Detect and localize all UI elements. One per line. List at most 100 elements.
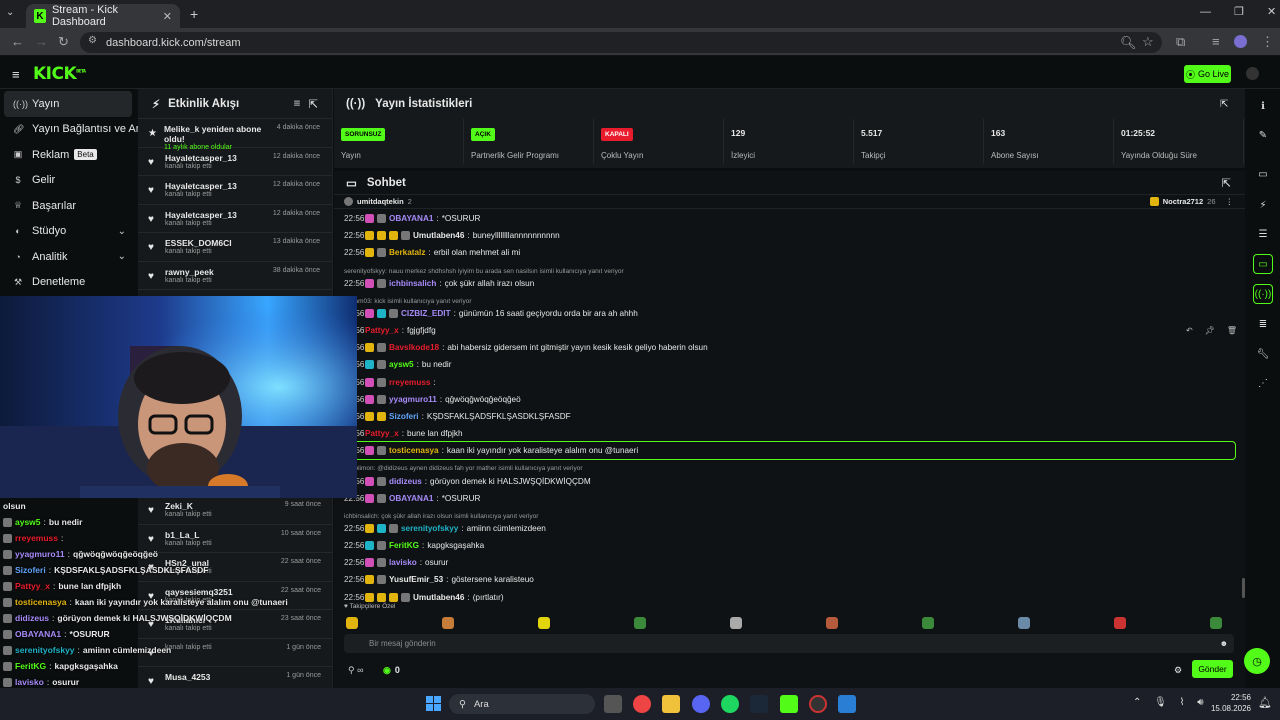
floating-chat-button[interactable]: ◷ xyxy=(1244,648,1270,674)
chat-username[interactable]: Berkatalz xyxy=(389,248,425,257)
filter-icon[interactable]: ≡ xyxy=(294,98,301,110)
sidebar-item-denetleme[interactable]: ⚒ Denetleme xyxy=(0,270,138,296)
chat-username[interactable]: ichbinsalich xyxy=(389,279,436,288)
sidebar-item-stream-key[interactable]: 🔗︎ Yayın Bağlantısı ve Anahtar xyxy=(0,117,138,143)
hamburger-menu-icon[interactable]: ≡ xyxy=(12,67,20,82)
chat-message[interactable]: 22:56Pattyy_x:fgjgfjdfg xyxy=(334,322,1245,339)
delete-icon[interactable]: 🗑︎ xyxy=(1227,326,1237,342)
file-explorer-icon[interactable] xyxy=(662,695,680,713)
notifications-icon[interactable]: 🔔︎ xyxy=(1258,696,1272,709)
popout-icon[interactable]: ⇱ xyxy=(308,97,318,111)
send-button[interactable]: Gönder xyxy=(1192,660,1233,678)
spotify-icon[interactable] xyxy=(721,695,739,713)
windows-start-icon[interactable] xyxy=(426,696,441,711)
chat-message[interactable]: 22:56 Berkatalz: erbil olan mehmet ali mi xyxy=(334,244,1245,261)
quick-actions-icon[interactable]: ⚡︎ xyxy=(1253,195,1273,215)
steam-icon[interactable] xyxy=(750,695,768,713)
tab-close-icon[interactable]: ✕ xyxy=(163,10,172,23)
media-icon[interactable]: ≡ xyxy=(1212,34,1220,49)
activity-item[interactable]: ★ Melike_k yeniden abone oldu! 11 aylık ab… xyxy=(138,119,332,151)
chat-panel-icon[interactable]: ▭ xyxy=(1253,254,1273,274)
sidebar-item-basarilar[interactable]: ♕ Başarılar xyxy=(0,193,138,219)
bookmark-star-icon[interactable]: ☆ xyxy=(1142,34,1154,50)
channel-points[interactable]: ◉ 0 xyxy=(383,665,400,676)
chat-message[interactable]: 22:56rreyemuss: xyxy=(334,374,1245,391)
chat-message[interactable]: 22:56Bavslkode18:abi habersiz gidersem i… xyxy=(334,339,1245,356)
tray-icons[interactable]: ⌃ 🎙︎ ⌇ 🔊︎ xyxy=(1133,697,1204,708)
chat-message[interactable]: 22:56 serenityofskyy: amiinn cümlemizdeen xyxy=(334,520,1245,537)
browser-tab[interactable]: K Stream - Kick Dashboard ✕ xyxy=(26,4,180,28)
emote-icon[interactable] xyxy=(634,617,646,629)
chat-username[interactable]: CIZBIZ_EDIT xyxy=(401,309,451,318)
popout-icon[interactable]: ⇱ xyxy=(1220,99,1228,110)
info-icon[interactable]: ℹ xyxy=(1253,96,1273,116)
sidebar-item-studyo[interactable]: ◐ Stüdyo ⌄ xyxy=(0,219,138,245)
browser-menu-icon[interactable]: ⋮ xyxy=(1261,34,1274,50)
emote-icon[interactable] xyxy=(730,617,742,629)
video-icon[interactable]: ▭ xyxy=(1253,164,1273,184)
notepad-icon[interactable] xyxy=(838,695,856,713)
chat-message[interactable]: 22:56 FeritKG: kapgksgaşahka xyxy=(334,537,1245,554)
activity-item[interactable]: ♥ Hayaletcasper_13 kanalı takip etti 12 dak… xyxy=(138,176,332,205)
extensions-icon[interactable]: ⧉ xyxy=(1176,34,1185,50)
task-view-icon[interactable] xyxy=(604,695,622,713)
sidebar-item-gelir[interactable]: $ Gelir xyxy=(0,168,138,194)
discord-icon[interactable] xyxy=(692,695,710,713)
chat-username[interactable]: FeritKG xyxy=(389,541,419,550)
taskbar-clock[interactable]: 22:56 15.08.2026 xyxy=(1205,692,1251,714)
site-info-icon[interactable]: ⚙ xyxy=(88,35,97,46)
kick-studio-icon[interactable] xyxy=(780,695,798,713)
reload-icon[interactable]: ↻ xyxy=(58,34,69,50)
chat-username[interactable]: Sizoferi xyxy=(389,412,419,421)
emote-icon[interactable] xyxy=(826,617,838,629)
emote-icon[interactable] xyxy=(1210,617,1222,629)
wrench-icon[interactable]: 🔧︎ xyxy=(1253,344,1273,364)
chrome-icon[interactable] xyxy=(633,695,651,713)
chat-username[interactable]: rreyemuss xyxy=(389,378,430,387)
stream-panel-icon[interactable]: ((·)) xyxy=(1253,284,1273,304)
chat-message[interactable]: 22:56aysw5:bu nedir xyxy=(334,356,1245,373)
popout-icon[interactable]: ⇱ xyxy=(1221,176,1231,190)
sidebar-item-analitik[interactable]: ◔ Analitik ⌄ xyxy=(0,244,138,270)
profile-avatar[interactable] xyxy=(1234,35,1247,48)
chat-message[interactable]: 22:56Sizoferi:KŞDSFAKLŞADSFKLŞASDKLŞFASD… xyxy=(334,408,1245,425)
chat-username[interactable]: Pattyy_x xyxy=(365,429,399,438)
chat-scrollbar[interactable] xyxy=(1242,578,1245,598)
emote-icon[interactable] xyxy=(538,617,550,629)
new-tab-icon[interactable]: + xyxy=(190,6,198,22)
chat-message[interactable]: 22:56Pattyy_x:bune lan dfpjkh xyxy=(334,425,1245,442)
activity-item[interactable]: ♥ ESSEK_DOM6CI kanalı takip etti 13 dakika … xyxy=(138,233,332,262)
sidebar-item-yayin[interactable]: ((·)) Yayın xyxy=(4,91,132,117)
chat-username[interactable]: tosticenasya xyxy=(389,446,439,455)
chat-message[interactable]: 22:56CIZBIZ_EDIT:günümün 16 saati geçiyo… xyxy=(334,305,1245,322)
chat-message[interactable]: 22:56 lavisko: osurur xyxy=(334,554,1245,571)
chat-username[interactable]: Umutlaben46 xyxy=(413,593,464,602)
more-icon[interactable]: ⋮ xyxy=(1226,197,1234,206)
pin-icon[interactable]: 📌︎ xyxy=(1205,326,1215,342)
kick-logo[interactable]: KICKBETA xyxy=(33,64,86,84)
chat-username[interactable]: aysw5 xyxy=(389,360,414,369)
tab-search-icon[interactable]: ⌄ xyxy=(6,7,14,18)
zoom-icon[interactable]: 🔍︎ xyxy=(1120,35,1137,51)
taskbar-search[interactable]: ⚲ Ara xyxy=(449,694,595,714)
chat-username[interactable]: Bavslkode18 xyxy=(389,343,439,352)
chat-username[interactable]: lavisko xyxy=(389,558,417,567)
list-icon[interactable]: ☰ xyxy=(1253,224,1273,244)
user-avatar[interactable] xyxy=(1246,67,1259,80)
emote-icon[interactable] xyxy=(1114,617,1126,629)
chat-message[interactable]: 22:56 OBAYANA1: *OSURUR xyxy=(334,490,1245,507)
go-live-button[interactable]: ⦿ Go Live xyxy=(1184,65,1231,83)
chat-message[interactable]: 22:56 Umutlaben46: (pırtlatır) xyxy=(334,589,1245,605)
gear-icon[interactable]: ⚙ xyxy=(1174,665,1182,676)
emote-icon[interactable] xyxy=(922,617,934,629)
activity-item[interactable]: ♥ Hayaletcasper_13 kanalı takip etti 12 dak… xyxy=(138,205,332,233)
chat-username[interactable]: YusufEmir_53 xyxy=(389,575,443,584)
reply-icon[interactable]: ↶ xyxy=(1186,326,1193,342)
emote-icon[interactable] xyxy=(1018,617,1030,629)
chat-username[interactable]: Umutlaben46 xyxy=(413,231,464,240)
share-icon[interactable]: ⋰ xyxy=(1253,373,1273,393)
chat-message[interactable]: 22:56 YusufEmir_53: göstersene karalisteuo xyxy=(334,571,1245,588)
emoji-icon[interactable]: ☻ xyxy=(1220,639,1228,648)
chat-message[interactable]: 22:56didizeus:görüyon demek ki HALSJWŞQİ… xyxy=(334,472,1245,489)
window-controls[interactable]: — ❐ ✕ xyxy=(1200,5,1276,18)
